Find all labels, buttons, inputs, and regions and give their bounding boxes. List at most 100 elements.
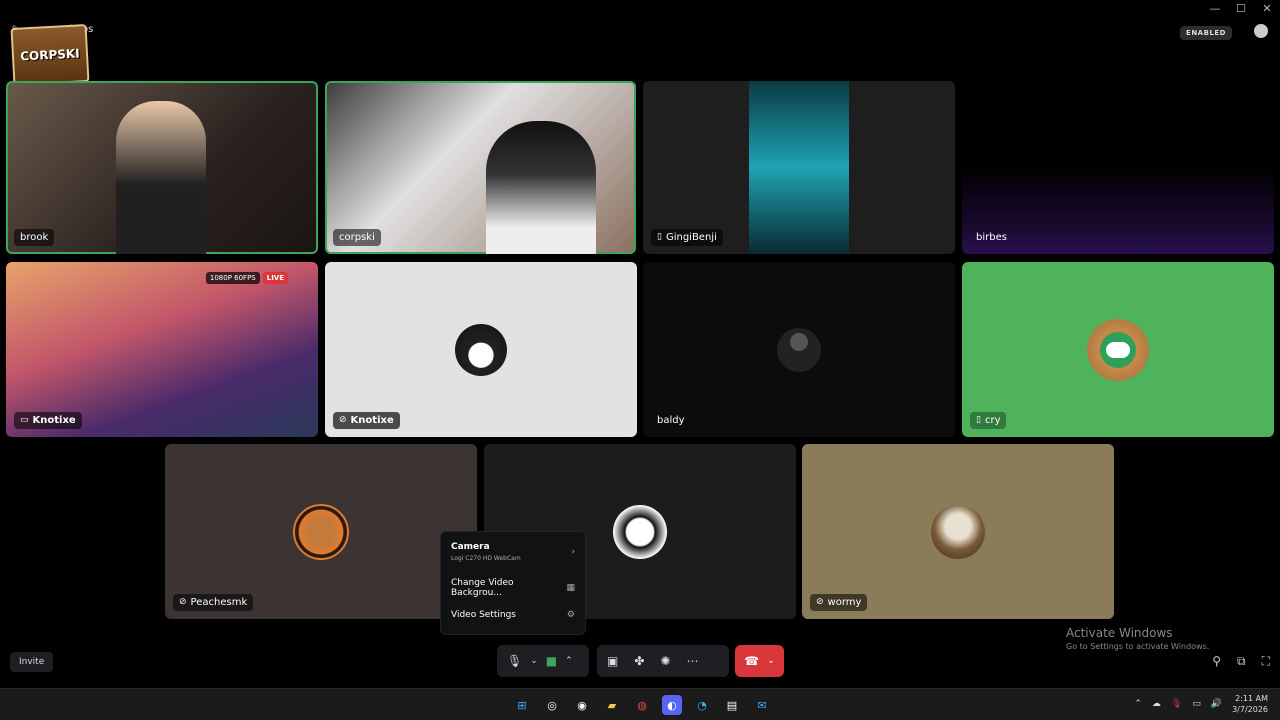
- store-icon[interactable]: ▤: [722, 695, 742, 715]
- participant-label: brook: [14, 229, 55, 246]
- windows-start-icon[interactable]: ⊞: [512, 695, 532, 715]
- activities-icon[interactable]: ✤: [634, 654, 644, 668]
- mail-icon[interactable]: ✉: [752, 695, 772, 715]
- camera-label: Camera: [451, 542, 490, 552]
- chevron-up-icon[interactable]: ⌃: [1134, 699, 1142, 709]
- participant-name: Knotixe: [350, 415, 394, 426]
- invite-button[interactable]: Invite: [10, 652, 54, 672]
- participant-name: Peachesmk: [190, 597, 248, 608]
- enabled-badge: ENABLED: [1180, 26, 1232, 40]
- cloud-icon[interactable]: ☁: [1152, 699, 1161, 709]
- close-button[interactable]: ✕: [1260, 2, 1274, 15]
- gear-icon: ⚙: [566, 610, 575, 620]
- video-tile-cry[interactable]: ▯ cry: [962, 262, 1274, 437]
- participant-name: baldy: [657, 415, 685, 426]
- participant-name: brook: [20, 232, 49, 243]
- chevron-up-icon[interactable]: ⌃: [565, 656, 573, 666]
- windows-taskbar: ⊞ ◎ ◉ ▰ ◍ ◐ ◔ ▤ ✉ ⌃ ☁ 🎙 ▭ 🔊 2:11 AM 3/7/…: [0, 688, 1280, 720]
- more-icon[interactable]: ⋯: [686, 654, 698, 668]
- mobile-icon: ▯: [657, 232, 662, 242]
- participant-label: ▭ Knotixe: [14, 412, 82, 429]
- maximize-button[interactable]: ☐: [1234, 2, 1248, 15]
- participant-label: ▯ cry: [970, 412, 1007, 429]
- edge-icon[interactable]: ◔: [692, 695, 712, 715]
- participant-label: ⊘ Knotixe: [333, 412, 400, 429]
- video-tile-corpski[interactable]: corpski: [325, 81, 636, 254]
- date: 3/7/2026: [1232, 705, 1268, 714]
- participant-name: GingiBenji: [665, 232, 717, 243]
- participant-label: ▯ GingiBenji: [651, 229, 723, 246]
- person-silhouette: [486, 121, 596, 254]
- video-tile-knotixe[interactable]: ⊘ Knotixe: [325, 262, 637, 437]
- video-settings-item[interactable]: Video Settings ⚙: [451, 610, 575, 620]
- disconnect-button[interactable]: ☎ ⌄: [735, 645, 784, 677]
- popout-icon[interactable]: ⧉: [1237, 654, 1246, 669]
- system-tray: ⌃ ☁ 🎙 ▭ 🔊 2:11 AM 3/7/2026: [1134, 693, 1268, 715]
- participant-label: baldy: [651, 412, 691, 429]
- video-tile-wormy[interactable]: ⊘ wormy: [802, 444, 1114, 619]
- camera-menu-item[interactable]: Camera Logi C270 HD WebCam ›: [451, 542, 575, 562]
- participant-name: wormy: [827, 597, 862, 608]
- video-settings-label: Video Settings: [451, 610, 516, 620]
- screen-share-icon: ▭: [20, 415, 29, 425]
- logo-text: CORPSKI: [19, 46, 81, 64]
- avatar: [613, 504, 667, 559]
- file-explorer-icon[interactable]: ▰: [602, 695, 622, 715]
- time: 2:11 AM: [1235, 694, 1268, 703]
- background-icon: ▦: [566, 583, 575, 593]
- volume-icon[interactable]: 🔊: [1211, 699, 1222, 709]
- view-controls: ⚲ ⧉ ⛶: [1212, 654, 1270, 669]
- network-icon[interactable]: ▭: [1192, 699, 1201, 709]
- quality-badge: 1080P 60FPS: [205, 272, 260, 284]
- activate-windows-watermark: Activate Windows Go to Settings to activ…: [1066, 626, 1209, 651]
- participant-name: cry: [984, 415, 1001, 426]
- change-background-label: Change Video Backgrou...: [451, 578, 514, 598]
- soundboard-icon[interactable]: ✺: [660, 654, 670, 668]
- clock[interactable]: 2:11 AM 3/7/2026: [1232, 693, 1268, 715]
- pin-icon[interactable]: ⚲: [1212, 654, 1221, 669]
- chevron-right-icon: ›: [571, 547, 575, 557]
- mic-tray-icon[interactable]: 🎙: [1171, 699, 1182, 709]
- person-silhouette: [749, 81, 849, 254]
- microphone-icon[interactable]: 🎙: [507, 654, 522, 668]
- fullscreen-icon[interactable]: ⛶: [1262, 654, 1270, 669]
- avatar: [293, 503, 349, 560]
- video-tile-baldy[interactable]: baldy: [643, 262, 955, 437]
- camera-off-icon: ⊘: [339, 415, 347, 425]
- participant-label: ⊘ wormy: [810, 594, 868, 611]
- discord-icon[interactable]: ◐: [662, 695, 682, 715]
- participant-name: Knotixe: [32, 415, 76, 426]
- video-tile-peachesmk[interactable]: ⊘ Peachesmk: [165, 444, 477, 619]
- camera-icon[interactable]: ■: [546, 654, 557, 668]
- chrome-icon[interactable]: ◍: [632, 695, 652, 715]
- change-background-item[interactable]: Change Video Backgrou... ▦: [451, 578, 575, 598]
- screen-share-icon[interactable]: ▣: [607, 654, 618, 668]
- steam-icon[interactable]: ◉: [572, 695, 592, 715]
- stream-tile-knotixe[interactable]: 1080P 60FPS LIVE ▭ Knotixe: [6, 262, 318, 437]
- video-tile-brook[interactable]: brook: [6, 81, 318, 254]
- live-badge: LIVE: [262, 272, 288, 284]
- mobile-icon: ▯: [976, 415, 981, 425]
- avatar: [931, 504, 985, 559]
- minimize-button[interactable]: —: [1208, 2, 1222, 15]
- watermark-subtitle: Go to Settings to activate Windows.: [1066, 642, 1210, 651]
- camera-options-menu: Camera Logi C270 HD WebCam › Change Vide…: [440, 531, 586, 635]
- browser-icon[interactable]: ◎: [542, 695, 562, 715]
- default-avatar-icon: [790, 332, 808, 351]
- participant-label: ⊘ Peachesmk: [173, 594, 254, 611]
- chat-icon[interactable]: [1254, 24, 1268, 38]
- chevron-down-icon[interactable]: ⌄: [530, 656, 538, 666]
- participant-name: corpski: [339, 232, 375, 243]
- participant-name: birbes: [976, 232, 1007, 243]
- mic-camera-controls: 🎙 ⌄ ■ ⌃: [497, 645, 589, 677]
- chevron-down-icon[interactable]: ⌄: [767, 656, 775, 666]
- participant-label: corpski: [333, 229, 381, 246]
- stream-badges: 1080P 60FPS LIVE: [205, 272, 288, 284]
- video-tile-birbes[interactable]: birbes: [962, 81, 1274, 254]
- person-silhouette: [116, 101, 206, 254]
- watermark-title: Activate Windows: [1066, 626, 1173, 640]
- camera-off-icon: ⊘: [179, 597, 187, 607]
- participant-label: birbes: [970, 229, 1013, 246]
- video-tile-gingibenji[interactable]: ▯ GingiBenji: [643, 81, 955, 254]
- server-logo: CORPSKI: [10, 24, 90, 86]
